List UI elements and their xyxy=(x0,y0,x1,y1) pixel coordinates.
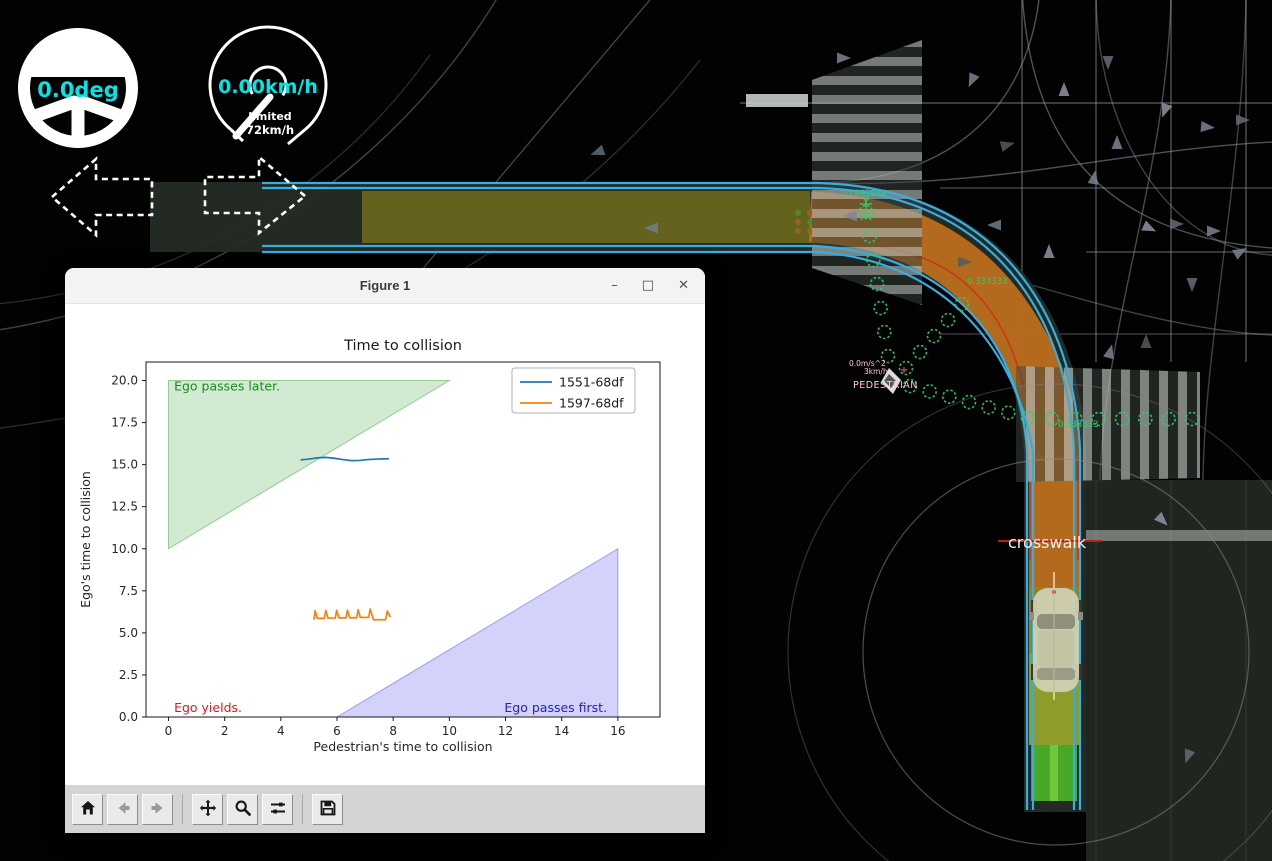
figure-canvas: 0 2 4 6 8 10 12 14 16 0.0 2.5 5.0 7.5 10.0 12.5 15.0 17.… xyxy=(65,304,705,785)
trajectory-probability-right: 0.333333 xyxy=(1058,420,1099,430)
time-to-collision-chart: 0 2 4 6 8 10 12 14 16 0.0 2.5 5.0 7.5 10.0 12.5 15.0 17.… xyxy=(65,304,705,785)
svg-text:1597-68df: 1597-68df xyxy=(559,396,624,411)
svg-text:0.0: 0.0 xyxy=(119,710,138,724)
speed-limit-value: 72km/h xyxy=(246,123,294,137)
svg-text:1551-68df: 1551-68df xyxy=(559,375,624,390)
svg-text:8: 8 xyxy=(389,724,397,738)
svg-text:Time to collision: Time to collision xyxy=(343,338,462,354)
ego-vehicle xyxy=(1029,588,1083,692)
maximize-button[interactable]: □ xyxy=(642,279,654,292)
svg-text:10: 10 xyxy=(442,724,457,738)
configure-subplots-button[interactable] xyxy=(262,794,293,825)
speedometer-gauge: 0.00km/h limited 72km/h xyxy=(210,27,326,144)
svg-text:17.5: 17.5 xyxy=(111,416,138,430)
steering-wheel-icon: 0.0deg xyxy=(24,34,132,142)
forward-arrow-icon xyxy=(149,799,167,820)
figure-window: Figure 1 – □ ✕ 0 2 4 6 8 10 12 14 16 0.0 2.5 5.0 7.5… xyxy=(65,268,705,833)
left-turn-arrow-icon xyxy=(52,159,152,235)
svg-text:14: 14 xyxy=(554,724,569,738)
svg-text:6: 6 xyxy=(333,724,341,738)
pedestrian-speed-label: 3km/h xyxy=(864,367,888,376)
svg-text:Ego yields.: Ego yields. xyxy=(174,700,242,715)
svg-text:12.5: 12.5 xyxy=(111,500,138,514)
svg-text:Ego passes later.: Ego passes later. xyxy=(174,379,280,394)
matplotlib-toolbar xyxy=(65,785,705,833)
speed-value: 0.00km/h xyxy=(218,76,318,98)
forward-button[interactable] xyxy=(142,794,173,825)
steering-angle-value: 0.0deg xyxy=(37,78,119,102)
svg-text:10.0: 10.0 xyxy=(111,542,138,556)
back-button[interactable] xyxy=(107,794,138,825)
save-floppy-icon xyxy=(319,799,337,820)
speed-limit-label: limited xyxy=(248,110,291,123)
toolbar-separator xyxy=(302,794,303,824)
pan-icon xyxy=(199,799,217,820)
home-icon xyxy=(79,799,97,820)
save-button[interactable] xyxy=(312,794,343,825)
trajectory-probability-up: 0.463934 xyxy=(846,189,887,199)
close-button[interactable]: ✕ xyxy=(678,279,689,292)
svg-text:7.5: 7.5 xyxy=(119,584,138,598)
home-button[interactable] xyxy=(72,794,103,825)
svg-text:Pedestrian's time to collision: Pedestrian's time to collision xyxy=(313,739,492,754)
svg-text:12: 12 xyxy=(498,724,513,738)
crosswalk-vertical xyxy=(812,40,922,305)
svg-text:crosswalk: crosswalk xyxy=(1008,533,1087,552)
pan-button[interactable] xyxy=(192,794,223,825)
back-arrow-icon xyxy=(114,799,132,820)
pedestrian-name-label: PEDESTRIAN xyxy=(853,380,918,391)
svg-text:0: 0 xyxy=(165,724,173,738)
svg-text:Ego passes first.: Ego passes first. xyxy=(504,700,607,715)
svg-text:20.0: 20.0 xyxy=(111,374,138,388)
svg-text:5.0: 5.0 xyxy=(119,626,138,640)
toolbar-separator xyxy=(182,794,183,824)
trajectory-probability-diagonal: 0.333333 xyxy=(967,277,1008,287)
svg-text:2.5: 2.5 xyxy=(119,668,138,682)
pedestrian-marker: 0.0m/s^2 3km/h PEDESTRIAN xyxy=(849,359,918,394)
minimize-button[interactable]: – xyxy=(611,279,618,292)
magnifier-icon xyxy=(234,799,252,820)
window-title: Figure 1 xyxy=(360,278,411,293)
svg-text:15.0: 15.0 xyxy=(111,458,138,472)
figure-window-titlebar[interactable]: Figure 1 – □ ✕ xyxy=(65,268,705,304)
simulation-viewport: 0.463934 0.333333 0.333333 0.0m/s^2 3km/… xyxy=(0,0,1272,861)
svg-text:Ego's time to collision: Ego's time to collision xyxy=(78,471,93,608)
zoom-button[interactable] xyxy=(227,794,258,825)
sliders-icon xyxy=(269,799,287,820)
svg-text:4: 4 xyxy=(277,724,285,738)
svg-text:2: 2 xyxy=(221,724,229,738)
svg-text:16: 16 xyxy=(610,724,625,738)
